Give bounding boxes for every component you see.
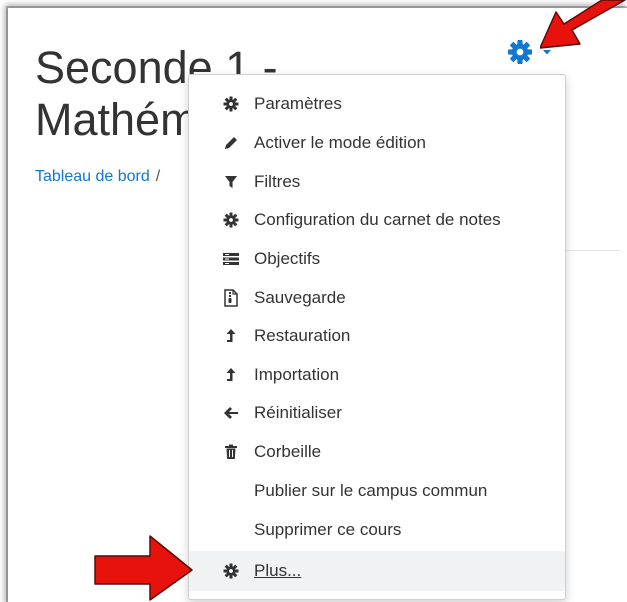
menu-item-supprimer-cours[interactable]: Supprimer ce cours [189,511,565,549]
menu-item-publier-campus-commun[interactable]: Publier sur le campus commun [189,472,565,510]
arrow-left-icon [220,404,242,422]
menu-item-reinitialiser[interactable]: Réinitialiser [189,394,565,432]
gear-icon [220,562,242,580]
menu-item-importation[interactable]: Importation [189,356,565,394]
filter-icon [220,173,242,191]
menu-item-sauvegarde[interactable]: Sauvegarde [189,279,565,317]
gear-icon [220,95,242,113]
breadcrumb-link-dashboard[interactable]: Tableau de bord [35,168,150,185]
menu-item-label: Réinitialiser [254,403,342,422]
menu-item-restauration[interactable]: Restauration [189,317,565,355]
background-divider [564,250,620,251]
course-actions-menu: Paramètres Activer le mode édition Filtr… [188,74,566,600]
menu-item-label: Filtres [254,172,301,191]
level-up-icon [220,327,242,345]
gear-icon [220,211,242,229]
menu-item-configuration-carnet-notes[interactable]: Configuration du carnet de notes [189,201,565,239]
menu-item-label: Paramètres [254,94,342,113]
menu-item-label: Restauration [254,326,351,345]
list-icon [220,250,242,268]
menu-item-label: Sauvegarde [254,288,346,307]
file-archive-icon [220,289,242,307]
trash-icon [220,443,242,461]
breadcrumb-separator: / [155,168,161,185]
menu-item-label: Activer le mode édition [254,133,426,152]
menu-item-label: Supprimer ce cours [254,520,402,539]
screenshot-stage: Seconde 1 - Mathématiques Tableau de bor… [0,0,627,602]
menu-item-label: Importation [254,365,340,384]
level-up-icon [220,366,242,384]
menu-item-corbeille[interactable]: Corbeille [189,433,565,471]
menu-item-label: Plus... [254,561,302,580]
menu-item-activer-mode-edition[interactable]: Activer le mode édition [189,124,565,162]
menu-item-filtres[interactable]: Filtres [189,163,565,201]
red-arrow-annotation [94,535,193,601]
menu-item-label: Configuration du carnet de notes [254,210,501,229]
menu-item-label: Corbeille [254,442,322,461]
pencil-icon [220,134,242,152]
menu-item-objectifs[interactable]: Objectifs [189,240,565,278]
gear-icon [508,40,532,64]
menu-item-plus[interactable]: Plus... [189,551,565,591]
red-arrow-annotation [540,0,626,49]
menu-item-label: Objectifs [254,249,321,268]
menu-item-parametres[interactable]: Paramètres [189,85,565,123]
breadcrumb: Tableau de bord / [35,168,160,186]
menu-item-label: Publier sur le campus commun [254,481,488,500]
